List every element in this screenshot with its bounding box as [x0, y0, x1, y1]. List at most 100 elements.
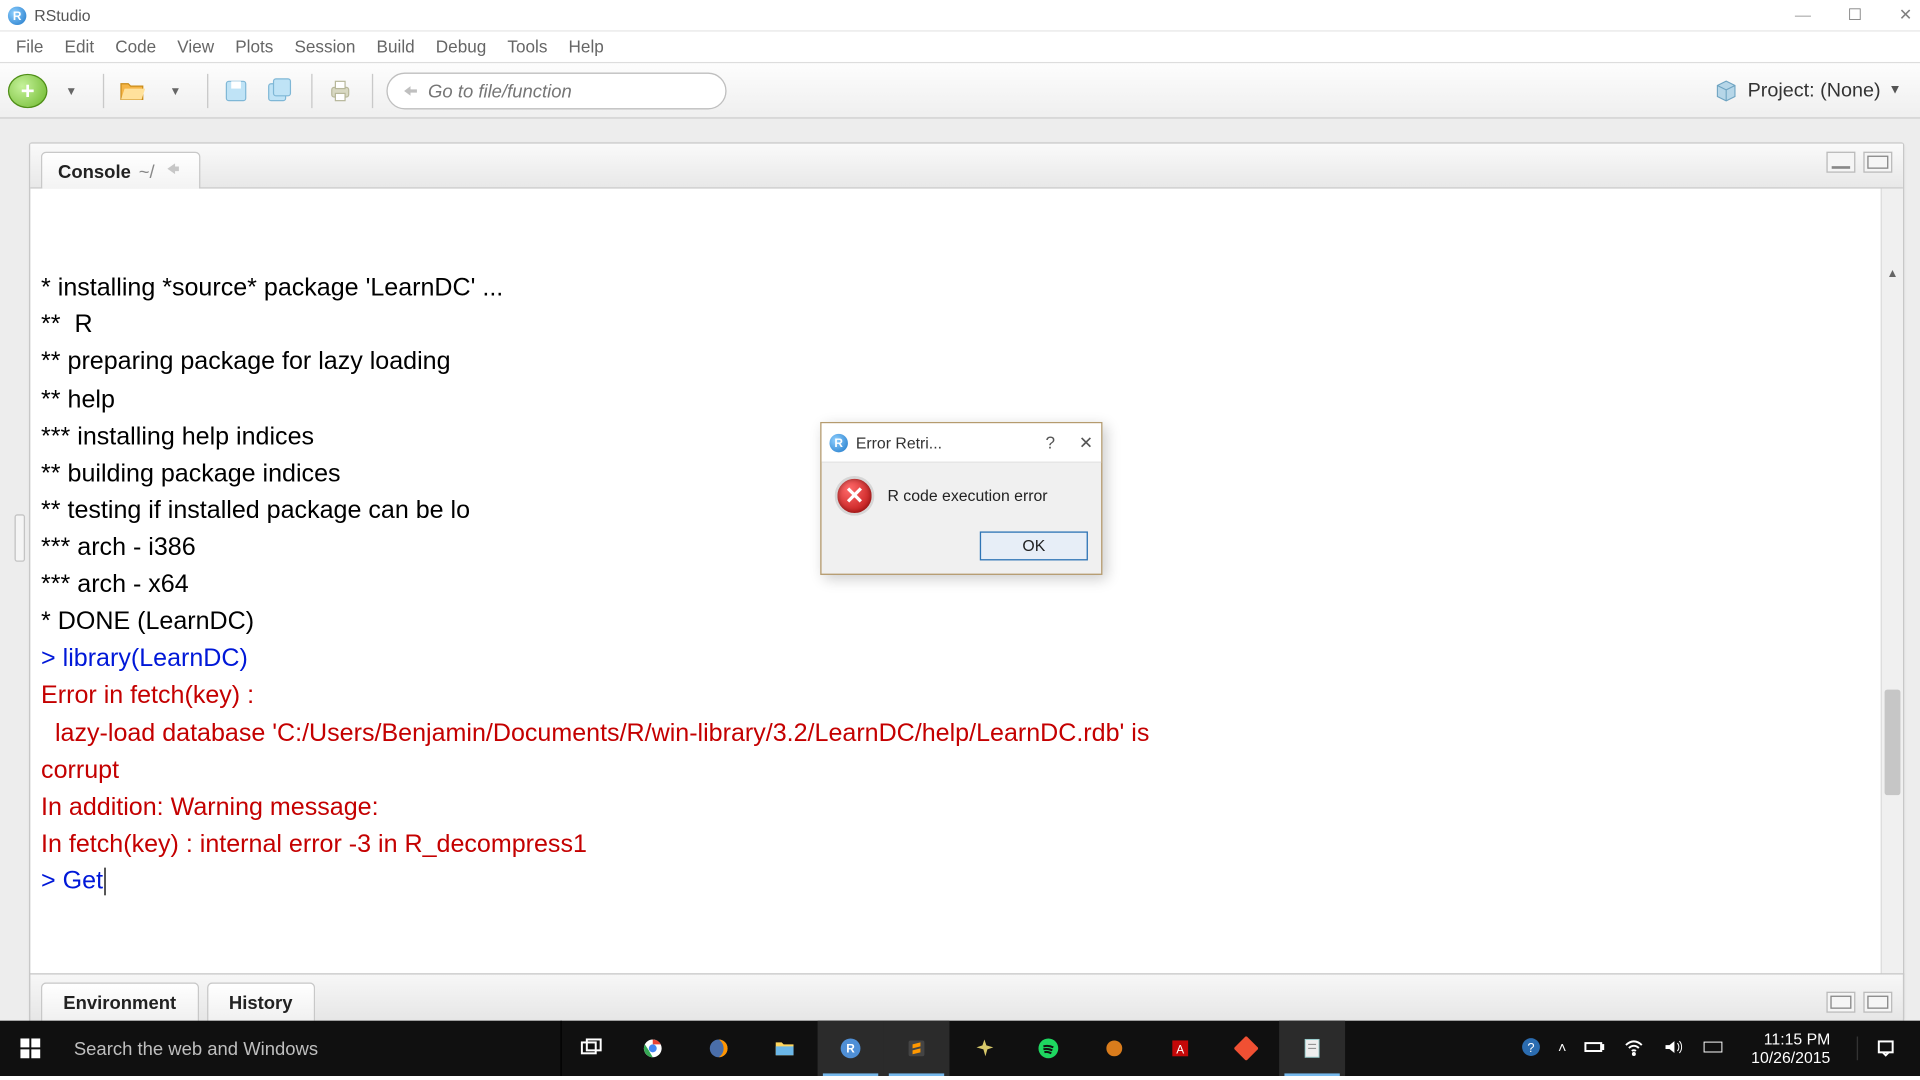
- taskbar-app-chrome[interactable]: [620, 1021, 686, 1076]
- open-project-button[interactable]: [112, 71, 152, 111]
- console-output[interactable]: * installing *source* package 'LearnDC' …: [30, 189, 1903, 1020]
- scroll-thumb[interactable]: [1884, 690, 1900, 795]
- console-working-dir: ~/: [139, 160, 155, 181]
- popout-icon[interactable]: [163, 160, 184, 182]
- tray-keyboard-icon[interactable]: [1701, 1035, 1725, 1063]
- menu-session[interactable]: Session: [284, 34, 366, 59]
- menu-tools[interactable]: Tools: [497, 34, 558, 59]
- tab-history[interactable]: History: [206, 982, 314, 1020]
- goto-file-search[interactable]: [386, 72, 726, 109]
- menu-plots[interactable]: Plots: [225, 34, 284, 59]
- dialog-app-icon: R: [829, 433, 847, 451]
- save-all-button[interactable]: [260, 71, 300, 111]
- console-line: In addition: Warning message:: [41, 790, 1892, 827]
- console-line: ** preparing package for lazy loading: [41, 345, 1892, 382]
- tray-battery-icon[interactable]: [1582, 1035, 1606, 1063]
- console-scrollbar[interactable]: ▲ ▼: [1880, 189, 1902, 1020]
- dialog-help-button[interactable]: ?: [1046, 432, 1056, 453]
- error-icon: ✕: [835, 476, 875, 516]
- goto-arrow-icon: [401, 80, 420, 101]
- console-line: > library(LearnDC): [41, 641, 1892, 678]
- bottom-pane-tabs: Environment History: [29, 973, 1904, 1020]
- scroll-up-icon[interactable]: ▲: [1882, 263, 1903, 285]
- console-prompt[interactable]: > Get: [41, 864, 1892, 901]
- new-file-button[interactable]: +: [8, 73, 48, 107]
- console-line: corrupt: [41, 753, 1892, 790]
- project-selector[interactable]: Project: (None) ▼: [1713, 77, 1912, 103]
- tray-time: 11:15 PM: [1751, 1029, 1830, 1048]
- tab-environment[interactable]: Environment: [41, 982, 199, 1020]
- console-tab-label: Console: [58, 160, 131, 181]
- console-line: lazy-load database 'C:/Users/Benjamin/Do…: [41, 715, 1892, 752]
- svg-text:R: R: [846, 1041, 855, 1055]
- svg-text:?: ?: [1527, 1039, 1534, 1054]
- tray-date: 10/26/2015: [1751, 1048, 1830, 1067]
- console-line: Error in fetch(key) :: [41, 678, 1892, 715]
- taskbar-search[interactable]: Search the web and Windows: [61, 1021, 562, 1076]
- minimize-button[interactable]: —: [1795, 5, 1811, 25]
- tray-chevron-up-icon[interactable]: ˄: [1558, 1040, 1566, 1056]
- taskbar-app-rstudio[interactable]: R: [818, 1021, 884, 1076]
- bottom-maximize-button[interactable]: [1863, 992, 1892, 1013]
- menu-build[interactable]: Build: [366, 34, 425, 59]
- console-line: ** R: [41, 308, 1892, 345]
- taskbar-app-sublime[interactable]: [884, 1021, 950, 1076]
- maximize-pane-button[interactable]: [1863, 152, 1892, 173]
- taskbar-apps: R A: [620, 1021, 1345, 1076]
- window-title: RStudio: [34, 6, 90, 24]
- system-tray: ? ˄ 11:15 PM 10/26/2015: [1511, 1029, 1920, 1067]
- toolbar: + ▼ ▼ Project: (None) ▼: [0, 63, 1920, 118]
- print-button[interactable]: [320, 71, 360, 111]
- taskbar-app-firefox[interactable]: [686, 1021, 752, 1076]
- menu-edit[interactable]: Edit: [54, 34, 105, 59]
- project-label: Project: (None): [1748, 79, 1881, 101]
- menu-debug[interactable]: Debug: [425, 34, 497, 59]
- dialog-ok-button[interactable]: OK: [980, 531, 1088, 560]
- dialog-close-button[interactable]: ✕: [1079, 432, 1093, 453]
- tray-wifi-icon[interactable]: [1622, 1035, 1646, 1063]
- task-view-button[interactable]: [562, 1021, 620, 1076]
- bottom-restore-button[interactable]: [1826, 992, 1855, 1013]
- tray-volume-icon[interactable]: [1661, 1035, 1685, 1063]
- taskbar-app-notepad[interactable]: [1279, 1021, 1345, 1076]
- svg-text:A: A: [1176, 1042, 1184, 1056]
- tray-help-icon[interactable]: ?: [1518, 1035, 1542, 1063]
- menubar: File Edit Code View Plots Session Build …: [0, 32, 1920, 64]
- start-button[interactable]: [0, 1021, 61, 1076]
- minimize-pane-button[interactable]: [1826, 152, 1855, 173]
- save-button[interactable]: [216, 71, 256, 111]
- taskbar: Search the web and Windows R A ? ˄: [0, 1021, 1920, 1076]
- dialog-title: Error Retri...: [856, 433, 942, 451]
- open-project-dropdown[interactable]: ▼: [156, 71, 196, 111]
- maximize-button[interactable]: ☐: [1848, 5, 1862, 25]
- menu-help[interactable]: Help: [558, 34, 614, 59]
- pane-splitter[interactable]: [15, 514, 26, 561]
- console-tabstrip: Console ~/: [30, 144, 1903, 189]
- new-file-dropdown[interactable]: ▼: [51, 71, 91, 111]
- taskbar-search-placeholder: Search the web and Windows: [74, 1038, 318, 1059]
- project-cube-icon: [1713, 77, 1739, 103]
- app-icon: R: [8, 6, 26, 24]
- close-button[interactable]: ✕: [1899, 5, 1912, 25]
- dialog-titlebar[interactable]: R Error Retri... ? ✕: [822, 423, 1102, 463]
- goto-file-input[interactable]: [428, 80, 712, 101]
- tray-clock[interactable]: 11:15 PM 10/26/2015: [1741, 1029, 1841, 1067]
- taskbar-app-explorer[interactable]: [752, 1021, 818, 1076]
- console-panel: Console ~/ * installing *source* package…: [29, 142, 1904, 1020]
- taskbar-app-tools[interactable]: [949, 1021, 1015, 1076]
- console-line: * DONE (LearnDC): [41, 604, 1892, 641]
- menu-code[interactable]: Code: [105, 34, 167, 59]
- dialog-message: R code execution error: [887, 487, 1047, 505]
- taskbar-app-spotify[interactable]: [1015, 1021, 1081, 1076]
- project-dropdown-icon: ▼: [1889, 83, 1902, 98]
- console-line: * installing *source* package 'LearnDC' …: [41, 271, 1892, 308]
- menu-view[interactable]: View: [167, 34, 225, 59]
- menu-file[interactable]: File: [5, 34, 54, 59]
- window-titlebar: R RStudio — ☐ ✕: [0, 0, 1920, 32]
- tray-notifications-icon[interactable]: [1857, 1036, 1912, 1060]
- console-line: ** help: [41, 382, 1892, 419]
- taskbar-app-acrobat[interactable]: A: [1147, 1021, 1213, 1076]
- console-tab[interactable]: Console ~/: [41, 152, 201, 189]
- taskbar-app-generic1[interactable]: [1081, 1021, 1147, 1076]
- taskbar-app-git[interactable]: [1213, 1021, 1279, 1076]
